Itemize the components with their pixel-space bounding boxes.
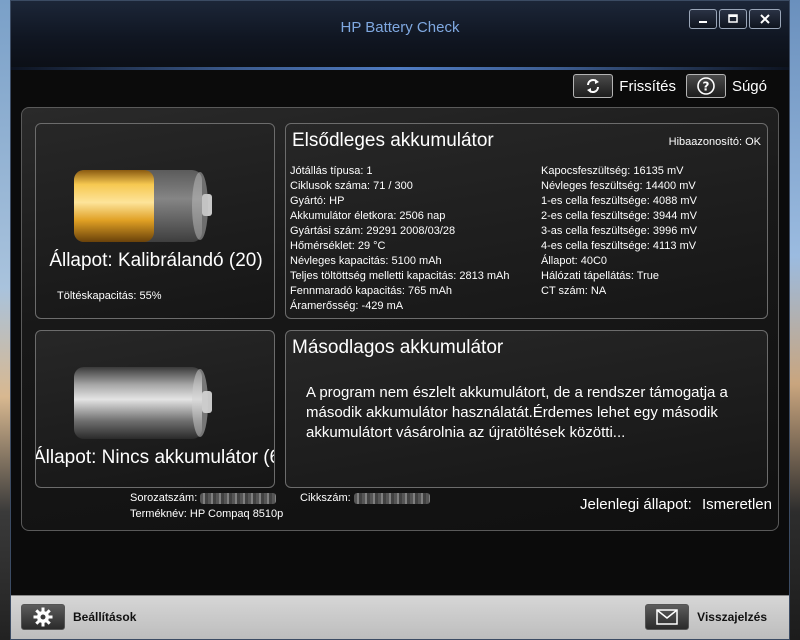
product-name-row: Terméknév: HP Compaq 8510p	[130, 506, 283, 522]
question-icon: ?	[697, 77, 715, 95]
bottom-bar: Beállítások Visszajelzés	[11, 595, 789, 639]
refresh-arrows-icon	[587, 79, 600, 93]
product-name-label: Terméknév:	[130, 508, 187, 520]
gear-icon	[33, 607, 53, 627]
detail-line: Névleges feszültség: 14400 mV	[541, 180, 696, 192]
window-title: HP Battery Check	[340, 19, 460, 36]
detail-line: Névleges kapacitás: 5100 mAh	[290, 255, 442, 267]
secondary-title: Másodlagos akkumulátor	[292, 337, 504, 358]
detail-line: Teljes töltöttség melletti kapacitás: 28…	[290, 270, 510, 282]
help-label[interactable]: Súgó	[732, 78, 767, 95]
battery-empty-icon	[74, 367, 212, 439]
detail-line: Kapocsfeszültség: 16135 mV	[541, 165, 684, 177]
main-content-panel: Állapot: Kalibrálandó (20) Töltéskapacit…	[21, 107, 779, 531]
settings-button[interactable]	[21, 604, 65, 630]
charge-capacity-value: 55%	[139, 290, 162, 302]
detail-line: Állapot: 40C0	[541, 255, 608, 267]
charge-capacity-label: Töltéskapacitás:	[57, 290, 137, 302]
feedback-button[interactable]	[645, 604, 690, 630]
envelope-icon	[656, 609, 678, 625]
feedback-label[interactable]: Visszajelzés	[697, 610, 767, 624]
part-number-row: Cikkszám:	[300, 490, 430, 506]
detail-line: 2-es cella feszültsége: 3944 mV	[541, 210, 697, 222]
current-state: Jelenlegi állapot: Ismeretlen	[580, 496, 772, 513]
serial-number-label: Sorozatszám:	[130, 492, 198, 504]
part-number-redacted	[353, 492, 430, 504]
serial-number-redacted	[200, 492, 277, 504]
detail-line: CT szám: NA	[541, 285, 607, 297]
app-window: HP Battery Check Frissítés ? Súgó Állapo…	[10, 0, 790, 640]
charge-capacity: Töltéskapacitás: 55%	[57, 290, 162, 302]
current-state-value: Ismeretlen	[701, 496, 772, 513]
detail-line: 4-es cella feszültsége: 4113 mV	[541, 240, 697, 252]
close-icon	[760, 14, 770, 24]
refresh-label[interactable]: Frissítés	[619, 78, 676, 95]
secondary-battery-panel: Állapot: Nincs akkumulátor (6	[35, 330, 275, 488]
settings-label[interactable]: Beállítások	[73, 610, 136, 624]
battery-charging-icon	[74, 170, 212, 242]
primary-details-right: Kapocsfeszültség: 16135 mV Névleges fesz…	[541, 164, 697, 299]
secondary-info-panel: Másodlagos akkumulátor A program nem ész…	[285, 330, 768, 488]
primary-details-left: Jótállás típusa: 1 Ciklusok száma: 71 / …	[290, 164, 510, 314]
title-bar[interactable]: HP Battery Check	[11, 1, 789, 70]
primary-info-panel: Elsődleges akkumulátor Hibaazonosító: OK…	[285, 123, 768, 319]
primary-status: Állapot: Kalibrálandó (20)	[49, 250, 263, 271]
feedback-control[interactable]: Visszajelzés	[645, 604, 767, 630]
serial-number-row: Sorozatszám:	[130, 490, 283, 506]
primary-battery-panel: Állapot: Kalibrálandó (20) Töltéskapacit…	[35, 123, 275, 319]
maximize-button[interactable]	[719, 9, 747, 29]
device-info: Sorozatszám: Terméknév: HP Compaq 8510p	[130, 490, 283, 522]
minimize-icon	[699, 21, 707, 23]
minimize-button[interactable]	[689, 9, 717, 29]
secondary-status: Állapot: Nincs akkumulátor (6	[35, 447, 275, 468]
primary-title: Elsődleges akkumulátor	[292, 130, 494, 151]
maximize-icon	[728, 14, 738, 23]
toolbar: Frissítés ? Súgó	[573, 71, 771, 101]
close-button[interactable]	[749, 9, 781, 29]
detail-line: Hőmérséklet: 29 °C	[290, 240, 386, 252]
detail-line: Fennmaradó kapacitás: 765 mAh	[290, 285, 453, 297]
detail-line: Gyártó: HP	[290, 195, 345, 207]
error-id: Hibaazonosító: OK	[668, 136, 761, 148]
refresh-button[interactable]	[573, 74, 614, 98]
current-state-label: Jelenlegi állapot:	[580, 496, 692, 513]
settings-control[interactable]: Beállítások	[21, 604, 136, 630]
svg-text:?: ?	[702, 80, 709, 94]
detail-line: Akkumulátor életkora: 2506 nap	[290, 210, 446, 222]
help-button[interactable]: ?	[685, 74, 726, 98]
detail-line: 1-es cella feszültsége: 4088 mV	[541, 195, 697, 207]
detail-line: Hálózati tápellátás: True	[541, 270, 660, 282]
detail-line: Ciklusok száma: 71 / 300	[290, 180, 413, 192]
part-number-label: Cikkszám:	[300, 492, 351, 504]
detail-line: Gyártási szám: 29291 2008/03/28	[290, 225, 456, 237]
product-name-value: HP Compaq 8510p	[189, 508, 284, 520]
detail-line: Áramerősség: -429 mA	[290, 300, 404, 312]
secondary-message: A program nem észlelt akkumulátort, de a…	[306, 384, 728, 441]
detail-line: 3-as cella feszültsége: 3996 mV	[541, 225, 697, 237]
detail-line: Jótállás típusa: 1	[290, 165, 373, 177]
title-accent-line	[11, 67, 789, 70]
window-controls	[689, 9, 781, 29]
